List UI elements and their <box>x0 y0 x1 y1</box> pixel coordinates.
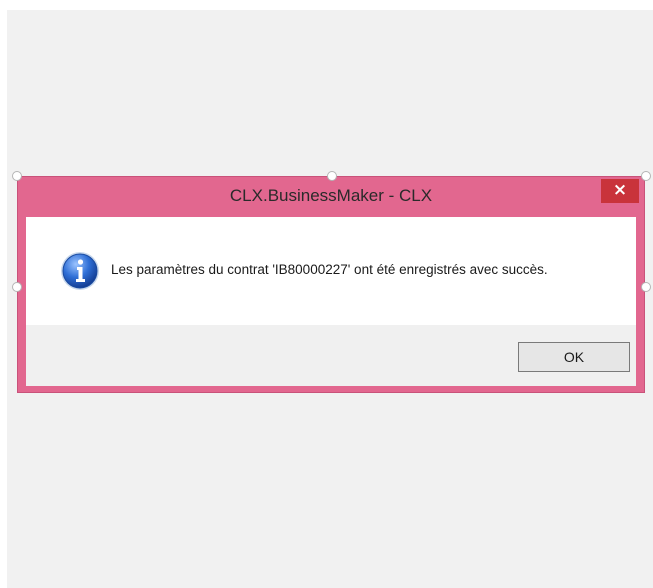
resize-handle-middle-right[interactable] <box>641 282 651 292</box>
dialog-footer: OK <box>26 325 636 386</box>
resize-handle-top-middle[interactable] <box>327 171 337 181</box>
dialog-title: CLX.BusinessMaker - CLX <box>229 186 433 205</box>
info-icon <box>61 252 99 290</box>
close-button[interactable]: × <box>601 179 639 203</box>
dialog-titlebar[interactable]: CLX.BusinessMaker - CLX × <box>18 177 644 217</box>
resize-handle-top-right[interactable] <box>641 171 651 181</box>
message-dialog: CLX.BusinessMaker - CLX × Les paramètres… <box>17 176 645 393</box>
resize-handle-middle-left[interactable] <box>12 282 22 292</box>
dialog-body: Les paramètres du contrat 'IB80000227' o… <box>26 217 636 325</box>
ok-button[interactable]: OK <box>518 342 630 372</box>
resize-handle-top-left[interactable] <box>12 171 22 181</box>
close-icon: × <box>612 180 628 200</box>
message-text: Les paramètres du contrat 'IB80000227' o… <box>111 262 548 277</box>
